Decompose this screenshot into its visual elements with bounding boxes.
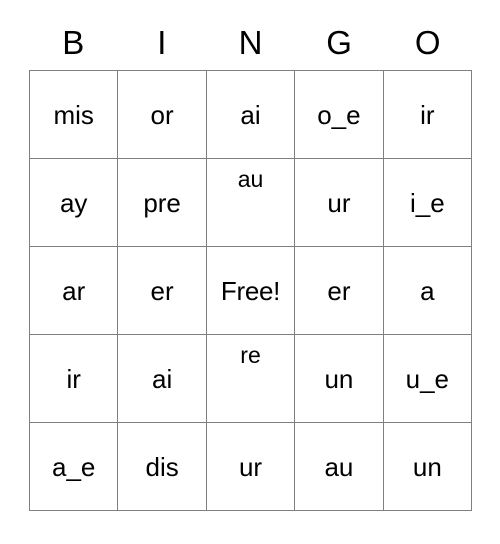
bingo-row: mis or ai o_e ir bbox=[30, 71, 473, 159]
bingo-cell[interactable]: un bbox=[295, 335, 384, 423]
bingo-cell[interactable]: pre bbox=[118, 159, 207, 247]
bingo-header-letter-b: B bbox=[62, 23, 85, 61]
bingo-cell[interactable]: re bbox=[206, 335, 296, 423]
bingo-header-letter-i: I bbox=[157, 23, 167, 61]
bingo-cell[interactable]: or bbox=[118, 71, 207, 159]
bingo-cell[interactable]: dis bbox=[118, 423, 207, 511]
bingo-card: B I N G O mis or ai o_e ir ay pre au ur … bbox=[29, 14, 473, 511]
bingo-row: a_e dis ur au un bbox=[30, 423, 473, 511]
bingo-cell[interactable]: au bbox=[295, 423, 384, 511]
bingo-header-letter-n: N bbox=[238, 23, 263, 61]
bingo-header-letter-g: G bbox=[326, 23, 352, 61]
bingo-cell[interactable]: i_e bbox=[383, 159, 473, 247]
bingo-cell[interactable]: er bbox=[118, 247, 207, 335]
bingo-cell[interactable]: ur bbox=[206, 423, 296, 511]
bingo-cell[interactable]: ir bbox=[30, 335, 119, 423]
bingo-cell[interactable]: ai bbox=[206, 71, 296, 159]
bingo-cell[interactable]: au bbox=[206, 159, 296, 247]
bingo-cell[interactable]: ay bbox=[30, 159, 119, 247]
bingo-cell[interactable]: o_e bbox=[295, 71, 384, 159]
bingo-grid: mis or ai o_e ir ay pre au ur i_e ar er … bbox=[29, 70, 473, 511]
bingo-cell[interactable]: a bbox=[383, 247, 473, 335]
bingo-free-cell[interactable]: Free! bbox=[206, 247, 296, 335]
bingo-cell[interactable]: ar bbox=[30, 247, 119, 335]
bingo-cell[interactable]: er bbox=[295, 247, 384, 335]
bingo-cell[interactable]: ir bbox=[383, 71, 473, 159]
bingo-header-row: B I N G O bbox=[29, 14, 472, 70]
bingo-cell[interactable]: a_e bbox=[30, 423, 119, 511]
bingo-cell[interactable]: ur bbox=[295, 159, 384, 247]
bingo-row: ay pre au ur i_e bbox=[30, 159, 473, 247]
bingo-header-letter-o: O bbox=[414, 23, 441, 61]
bingo-row: ar er Free! er a bbox=[30, 247, 473, 335]
bingo-cell[interactable]: u_e bbox=[383, 335, 473, 423]
bingo-cell[interactable]: mis bbox=[30, 71, 119, 159]
bingo-cell[interactable]: un bbox=[383, 423, 473, 511]
bingo-row: ir ai re un u_e bbox=[30, 335, 473, 423]
bingo-cell[interactable]: ai bbox=[118, 335, 207, 423]
